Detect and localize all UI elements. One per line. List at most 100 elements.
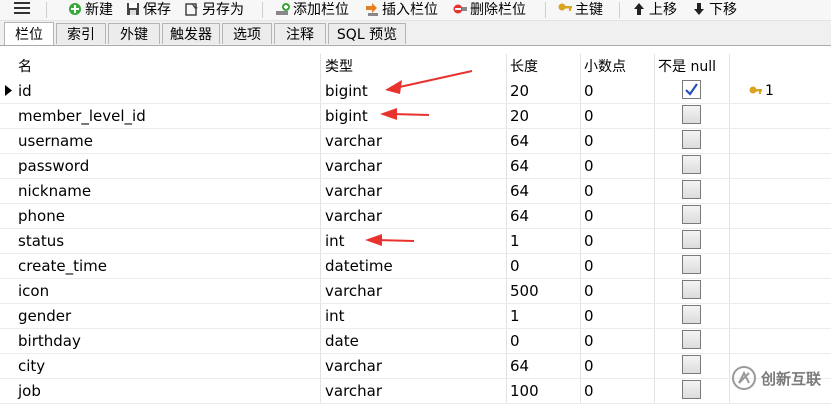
cell-type[interactable]: int bbox=[325, 303, 345, 328]
cell-length[interactable]: 500 bbox=[510, 278, 539, 303]
cell-length[interactable]: 100 bbox=[510, 378, 539, 403]
cell-name[interactable]: phone bbox=[18, 203, 65, 228]
add-field-button[interactable]: 添加栏位 bbox=[276, 0, 349, 18]
cell-length[interactable]: 64 bbox=[510, 353, 529, 378]
cell-length[interactable]: 64 bbox=[510, 203, 529, 228]
not-null-checkbox[interactable] bbox=[682, 180, 701, 199]
cell-length[interactable]: 64 bbox=[510, 153, 529, 178]
cell-name[interactable]: city bbox=[18, 353, 45, 378]
header-not-null[interactable]: 不是 null bbox=[658, 54, 716, 78]
not-null-checkbox[interactable] bbox=[682, 280, 701, 299]
cell-decimals[interactable]: 0 bbox=[584, 178, 594, 203]
move-down-button[interactable]: 下移 bbox=[692, 0, 737, 18]
tab-triggers[interactable]: 触发器 bbox=[162, 23, 220, 44]
cell-decimals[interactable]: 0 bbox=[584, 103, 594, 128]
cell-length[interactable]: 0 bbox=[510, 253, 520, 278]
cell-type[interactable]: varchar bbox=[325, 178, 382, 203]
table-row[interactable]: password varchar 64 0 bbox=[0, 153, 831, 179]
table-row[interactable]: username varchar 64 0 bbox=[0, 128, 831, 154]
cell-name[interactable]: status bbox=[18, 228, 64, 253]
cell-length[interactable]: 20 bbox=[510, 103, 529, 128]
tab-foreign-keys[interactable]: 外键 bbox=[108, 23, 160, 44]
header-length[interactable]: 长度 bbox=[510, 54, 538, 78]
table-row[interactable]: icon varchar 500 0 bbox=[0, 278, 831, 304]
table-row[interactable]: birthday date 0 0 bbox=[0, 328, 831, 354]
cell-name[interactable]: id bbox=[18, 78, 32, 103]
not-null-checkbox[interactable] bbox=[682, 80, 701, 99]
primary-key-button[interactable]: 主键 bbox=[558, 0, 603, 18]
cell-name[interactable]: nickname bbox=[18, 178, 91, 203]
save-button[interactable]: 保存 bbox=[126, 0, 171, 18]
cell-type[interactable]: varchar bbox=[325, 153, 382, 178]
table-row[interactable]: nickname varchar 64 0 bbox=[0, 178, 831, 204]
cell-length[interactable]: 64 bbox=[510, 178, 529, 203]
tab-indexes[interactable]: 索引 bbox=[56, 23, 106, 44]
cell-decimals[interactable]: 0 bbox=[584, 153, 594, 178]
key-order: 1 bbox=[765, 82, 774, 99]
cell-length[interactable]: 1 bbox=[510, 303, 520, 328]
cell-name[interactable]: password bbox=[18, 153, 89, 178]
not-null-checkbox[interactable] bbox=[682, 255, 701, 274]
cell-decimals[interactable]: 0 bbox=[584, 303, 594, 328]
header-decimals[interactable]: 小数点 bbox=[584, 54, 626, 78]
cell-length[interactable]: 0 bbox=[510, 328, 520, 353]
tab-sql-preview[interactable]: SQL 预览 bbox=[328, 23, 406, 44]
table-row[interactable]: phone varchar 64 0 bbox=[0, 203, 831, 229]
cell-type[interactable]: varchar bbox=[325, 203, 382, 228]
menu-icon[interactable] bbox=[14, 2, 30, 14]
cell-name[interactable]: birthday bbox=[18, 328, 81, 353]
not-null-checkbox[interactable] bbox=[682, 130, 701, 149]
table-row[interactable]: gender int 1 0 bbox=[0, 303, 831, 329]
tab-fields[interactable]: 栏位 bbox=[4, 22, 54, 45]
cell-decimals[interactable]: 0 bbox=[584, 203, 594, 228]
insert-field-button[interactable]: 插入栏位 bbox=[365, 0, 438, 18]
not-null-checkbox[interactable] bbox=[682, 355, 701, 374]
cell-type[interactable]: bigint bbox=[325, 103, 368, 128]
cell-type[interactable]: datetime bbox=[325, 253, 393, 278]
not-null-checkbox[interactable] bbox=[682, 205, 701, 224]
cell-type[interactable]: bigint bbox=[325, 78, 368, 103]
not-null-checkbox[interactable] bbox=[682, 305, 701, 324]
cell-type[interactable]: varchar bbox=[325, 278, 382, 303]
cell-decimals[interactable]: 0 bbox=[584, 328, 594, 353]
cell-decimals[interactable]: 0 bbox=[584, 378, 594, 403]
cell-name[interactable]: member_level_id bbox=[18, 103, 146, 128]
cell-decimals[interactable]: 0 bbox=[584, 353, 594, 378]
cell-type[interactable]: date bbox=[325, 328, 359, 353]
tab-options[interactable]: 选项 bbox=[222, 23, 272, 44]
cell-type[interactable]: int bbox=[325, 228, 345, 253]
current-row-indicator-icon bbox=[5, 85, 12, 96]
cell-length[interactable]: 64 bbox=[510, 128, 529, 153]
cell-type[interactable]: varchar bbox=[325, 353, 382, 378]
not-null-checkbox[interactable] bbox=[682, 155, 701, 174]
cell-decimals[interactable]: 0 bbox=[584, 278, 594, 303]
not-null-checkbox[interactable] bbox=[682, 230, 701, 249]
not-null-checkbox[interactable] bbox=[682, 330, 701, 349]
cell-decimals[interactable]: 0 bbox=[584, 228, 594, 253]
move-up-button[interactable]: 上移 bbox=[632, 0, 677, 18]
cell-length[interactable]: 20 bbox=[510, 78, 529, 103]
not-null-checkbox[interactable] bbox=[682, 105, 701, 124]
cell-name[interactable]: create_time bbox=[18, 253, 107, 278]
cell-type[interactable]: varchar bbox=[325, 378, 382, 403]
header-type[interactable]: 类型 bbox=[325, 54, 353, 78]
table-row[interactable]: create_time datetime 0 0 bbox=[0, 253, 831, 279]
save-as-button[interactable]: 另存为 bbox=[185, 0, 244, 18]
tab-comments[interactable]: 注释 bbox=[274, 23, 326, 44]
cell-type[interactable]: varchar bbox=[325, 128, 382, 153]
table-row[interactable]: job varchar 100 0 bbox=[0, 378, 831, 404]
cell-name[interactable]: icon bbox=[18, 278, 49, 303]
cell-length[interactable]: 1 bbox=[510, 228, 520, 253]
cell-name[interactable]: job bbox=[18, 378, 41, 403]
cell-name[interactable]: gender bbox=[18, 303, 71, 328]
cell-decimals[interactable]: 0 bbox=[584, 253, 594, 278]
tab-label: SQL 预览 bbox=[336, 27, 398, 43]
cell-name[interactable]: username bbox=[18, 128, 93, 153]
delete-field-button[interactable]: 删除栏位 bbox=[453, 0, 526, 18]
cell-decimals[interactable]: 0 bbox=[584, 78, 594, 103]
table-row[interactable]: city varchar 64 0 bbox=[0, 353, 831, 379]
cell-decimals[interactable]: 0 bbox=[584, 128, 594, 153]
not-null-checkbox[interactable] bbox=[682, 380, 701, 399]
header-name[interactable]: 名 bbox=[18, 54, 32, 78]
new-button[interactable]: 新建 bbox=[68, 0, 113, 18]
